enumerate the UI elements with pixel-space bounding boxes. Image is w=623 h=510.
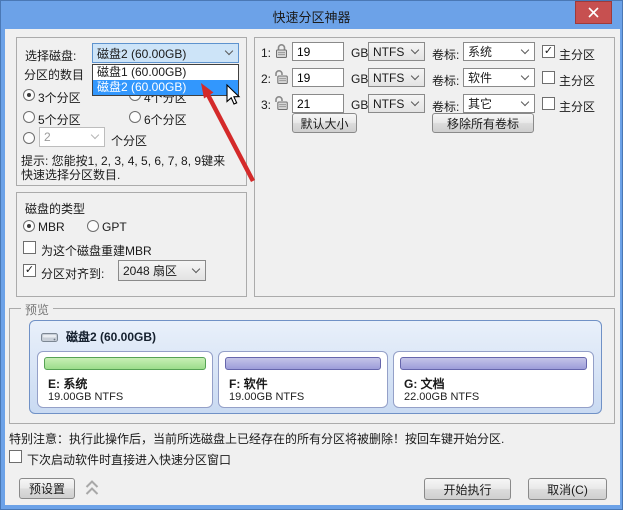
fs-combobox-3[interactable]: NTFS — [368, 94, 425, 113]
radio-6-partitions[interactable] — [129, 111, 141, 123]
align-label: 分区对齐到: — [41, 265, 104, 282]
primary-label: 主分区 — [559, 98, 595, 115]
chevron-down-icon — [91, 131, 99, 139]
custom-count-suffix: 个分区 — [111, 132, 147, 149]
size-input-1[interactable] — [292, 42, 344, 61]
radio-6-label: 6个分区 — [144, 111, 187, 128]
partition-card-g[interactable]: G: 文档 22.00GB NTFS — [393, 351, 594, 408]
row-index: 3: — [261, 98, 271, 112]
volume-combobox-1[interactable]: 系统 — [463, 42, 535, 61]
radio-5-partitions[interactable] — [23, 111, 35, 123]
partition-card-e[interactable]: E: 系统 19.00GB NTFS — [37, 351, 213, 408]
fs-value: NTFS — [373, 97, 404, 111]
default-size-button[interactable]: 默认大小 — [292, 113, 357, 133]
partition-info: 22.00GB NTFS — [404, 391, 479, 403]
start-execute-button[interactable]: 开始执行 — [424, 478, 511, 500]
volume-combobox-3[interactable]: 其它 — [463, 94, 535, 113]
fs-value: NTFS — [373, 45, 404, 59]
custom-count-combobox[interactable]: 2 — [39, 127, 105, 147]
volume-caption: 卷标: — [432, 46, 459, 63]
partition-info: 19.00GB NTFS — [48, 391, 123, 403]
preset-button[interactable]: 预设置 — [19, 478, 75, 499]
disk-select-combobox[interactable]: 磁盘2 (60.00GB) — [92, 43, 239, 63]
primary-checkbox-1[interactable] — [542, 45, 555, 58]
rebuild-mbr-label: 为这个磁盘重建MBR — [41, 242, 152, 259]
volume-caption: 卷标: — [432, 72, 459, 89]
select-disk-label: 选择磁盘: — [25, 47, 76, 64]
radio-gpt[interactable] — [87, 220, 99, 232]
disk-option-2-selected[interactable]: 磁盘2 (60.00GB) — [93, 80, 238, 95]
partition-name: F: 软件 — [229, 375, 268, 392]
partition-name: G: 文档 — [404, 375, 445, 392]
lock-open-icon[interactable] — [275, 95, 288, 111]
mbr-label: MBR — [38, 220, 65, 234]
volume-value: 软件 — [468, 69, 492, 86]
quick-partition-dialog: 快速分区神器 选择磁盘: 磁盘2 (60.00GB) 磁盘1 (60.00GB)… — [0, 0, 623, 510]
warning-text: 特别注意：执行此操作后，当前所选磁盘上已经存在的所有分区将被删除！按回车键开始分… — [9, 430, 504, 447]
disk-option-1[interactable]: 磁盘1 (60.00GB) — [93, 65, 238, 80]
fs-combobox-2[interactable]: NTFS — [368, 68, 425, 87]
startup-checkbox-label: 下次启动软件时直接进入快速分区窗口 — [27, 451, 231, 468]
size-input-2[interactable] — [292, 68, 344, 87]
radio-custom-partitions[interactable] — [23, 132, 35, 144]
disk-type-label: 磁盘的类型 — [25, 200, 85, 217]
window-title: 快速分区神器 — [1, 7, 622, 26]
lock-open-icon[interactable] — [275, 69, 288, 85]
partition-name: E: 系统 — [48, 375, 87, 392]
unit-label: GB — [351, 98, 368, 112]
disk-drive-icon — [41, 331, 59, 343]
chevron-down-icon — [521, 71, 529, 79]
radio-3-partitions[interactable] — [23, 89, 35, 101]
unit-label: GB — [351, 46, 368, 60]
close-button[interactable] — [575, 1, 612, 24]
partition-card-f[interactable]: F: 软件 19.00GB NTFS — [218, 351, 388, 408]
row-index: 2: — [261, 72, 271, 86]
remove-all-labels-button[interactable]: 移除所有卷标 — [432, 113, 534, 133]
partition-usage-bar — [225, 357, 381, 370]
unit-label: GB — [351, 72, 368, 86]
volume-value: 系统 — [468, 43, 492, 60]
chevron-down-icon — [225, 47, 233, 55]
disk-dropdown-list: 磁盘1 (60.00GB) 磁盘2 (60.00GB) — [92, 64, 239, 96]
startup-checkbox[interactable] — [9, 450, 22, 463]
radio-3-label: 3个分区 — [38, 89, 81, 106]
fs-combobox-1[interactable]: NTFS — [368, 42, 425, 61]
partition-usage-bar — [400, 357, 587, 370]
primary-checkbox-2[interactable] — [542, 71, 555, 84]
chevron-down-icon — [411, 45, 419, 53]
primary-label: 主分区 — [559, 46, 595, 63]
collapse-up-chevrons-icon[interactable] — [84, 479, 100, 497]
hint-text-line2: 快速选择分区数目. — [21, 166, 120, 183]
lock-closed-icon[interactable] — [275, 43, 288, 59]
preview-group-label: 预览 — [21, 301, 53, 318]
chevron-down-icon — [411, 71, 419, 79]
primary-checkbox-3[interactable] — [542, 97, 555, 110]
radio-mbr[interactable] — [23, 220, 35, 232]
chevron-down-icon — [192, 264, 200, 272]
disk-combo-value: 磁盘2 (60.00GB) — [97, 45, 186, 62]
fs-value: NTFS — [373, 71, 404, 85]
chevron-down-icon — [521, 45, 529, 53]
primary-label: 主分区 — [559, 72, 595, 89]
volume-value: 其它 — [468, 95, 492, 112]
align-sector-value: 2048 扇区 — [123, 262, 177, 279]
radio-5-label: 5个分区 — [38, 111, 81, 128]
preview-disk-title: 磁盘2 (60.00GB) — [66, 328, 156, 345]
partition-usage-bar — [44, 357, 206, 370]
row-index: 1: — [261, 46, 271, 60]
preview-disk-header: 磁盘2 (60.00GB) — [41, 328, 156, 345]
align-sector-combobox[interactable]: 2048 扇区 — [118, 260, 206, 281]
close-icon — [588, 7, 599, 18]
volume-combobox-2[interactable]: 软件 — [463, 68, 535, 87]
cancel-button[interactable]: 取消(C) — [528, 478, 607, 500]
size-input-3[interactable] — [292, 94, 344, 113]
custom-count-value: 2 — [44, 130, 51, 144]
chevron-down-icon — [521, 97, 529, 105]
partition-info: 19.00GB NTFS — [229, 391, 304, 403]
partition-count-label: 分区的数目 — [24, 66, 84, 83]
chevron-down-icon — [411, 97, 419, 105]
rebuild-mbr-checkbox[interactable] — [23, 241, 36, 254]
gpt-label: GPT — [102, 220, 127, 234]
align-checkbox[interactable] — [23, 264, 36, 277]
